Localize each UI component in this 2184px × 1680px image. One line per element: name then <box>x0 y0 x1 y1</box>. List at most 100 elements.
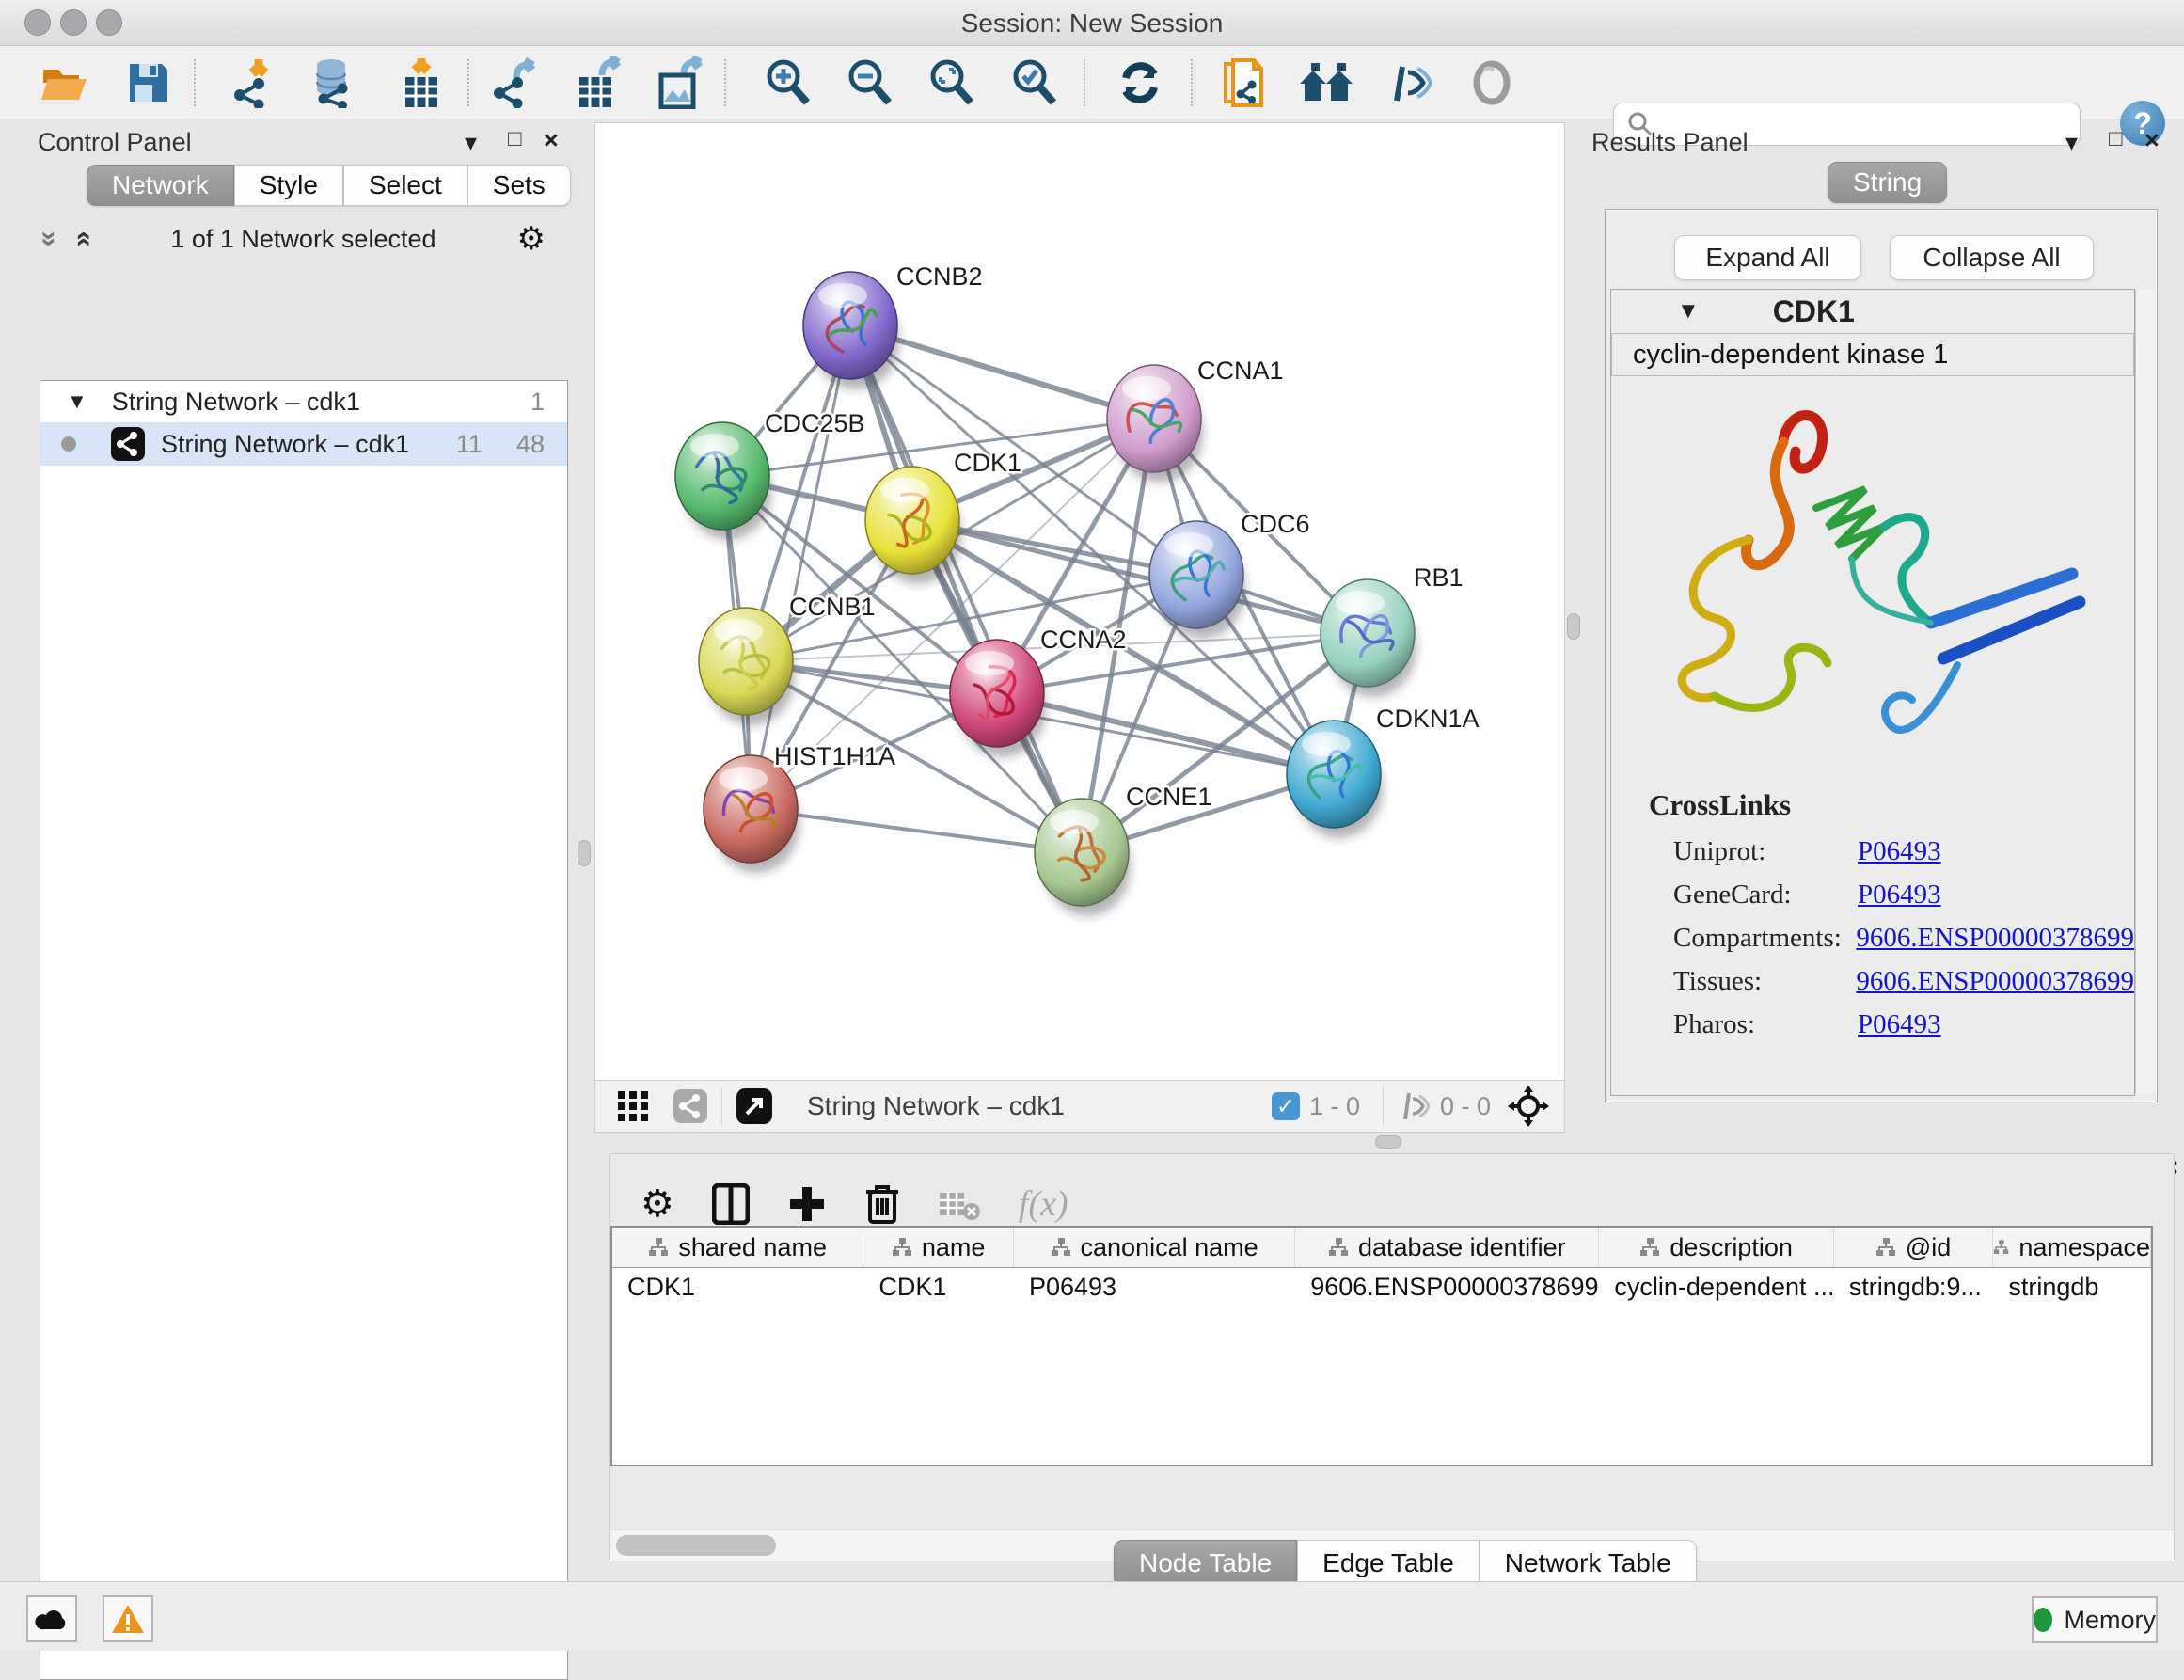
results-panel-close-icon[interactable]: × <box>2144 128 2160 153</box>
protein-card-header[interactable]: ▼ CDK1 <box>1611 290 2134 334</box>
export-table-button[interactable] <box>571 55 627 110</box>
refresh-button[interactable] <box>1112 55 1168 110</box>
control-panel-close-icon[interactable]: × <box>544 128 559 153</box>
table-cell[interactable]: CDK1 <box>612 1268 863 1306</box>
results-panel-float-icon[interactable]: □ <box>2109 126 2123 152</box>
memory-button[interactable]: Memory <box>2032 1596 2158 1643</box>
table-scrollbar-thumb[interactable] <box>616 1535 776 1556</box>
node-CCNB1[interactable] <box>699 608 795 725</box>
results-scrollbar[interactable] <box>2135 290 2155 1093</box>
network-selection-row: » » 1 of 1 Network selected ⚙ <box>28 218 566 260</box>
node-CCNE1[interactable] <box>1035 799 1131 916</box>
results-panel-collapse-icon[interactable]: ▾ <box>2065 128 2078 157</box>
control-panel-float-icon[interactable]: □ <box>508 126 522 152</box>
table-cell[interactable]: cyclin-dependent ... <box>1599 1268 1833 1306</box>
toolbar-separator <box>467 59 469 106</box>
tab-node-table[interactable]: Node Table <box>1114 1540 1297 1587</box>
tab-string[interactable]: String <box>1828 162 1947 203</box>
collapse-all-networks-icon[interactable]: » <box>33 231 65 247</box>
crosslinks-heading: CrossLinks <box>1649 788 2134 822</box>
birdseye-view-button[interactable] <box>1464 55 1520 110</box>
network-row-selected[interactable]: String Network – cdk1 11 48 <box>40 422 567 466</box>
column-type-icon <box>648 1237 669 1258</box>
export-network-button[interactable] <box>489 55 546 110</box>
zoom-fit-button[interactable] <box>924 55 980 110</box>
import-network-database-button[interactable] <box>306 55 362 110</box>
table-cell[interactable]: 9606.ENSP00000378699 <box>1295 1268 1599 1306</box>
delete-table-icon-disabled <box>938 1187 981 1221</box>
collapse-all-button[interactable]: Collapse All <box>1890 235 2094 280</box>
table-cell[interactable]: stringdb <box>1993 1268 2151 1306</box>
tree-expand-icon[interactable]: ▼ <box>67 389 87 414</box>
zoom-selected-button[interactable] <box>1006 55 1063 110</box>
crosshair-icon[interactable] <box>1508 1086 1549 1127</box>
import-table-button[interactable] <box>393 55 450 110</box>
edge-CCNA2-CDKN1A[interactable] <box>997 693 1334 774</box>
export-image-button[interactable] <box>653 55 709 110</box>
left-splitter-grip[interactable] <box>578 840 591 866</box>
node-CDKN1A[interactable] <box>1287 721 1383 838</box>
network-options-gear-icon[interactable]: ⚙ <box>517 220 546 258</box>
tab-sets[interactable]: Sets <box>467 165 571 206</box>
control-panel-tabs: Network Style Select Sets <box>87 165 571 206</box>
zoom-out-button[interactable] <box>842 55 898 110</box>
open-session-button[interactable] <box>36 55 92 110</box>
import-network-file-button[interactable] <box>228 55 284 110</box>
table-row[interactable]: CDK1CDK1P064939606.ENSP00000378699cyclin… <box>612 1268 2151 1306</box>
network-graph[interactable]: CCNB2CCNA1CDC25BCDK1CDC6RB1CCNB1CCNA2CDK… <box>595 123 1564 1081</box>
crosslink-link[interactable]: 9606.ENSP00000378699 <box>1856 923 2134 954</box>
node-CDK1[interactable] <box>865 467 961 584</box>
network-canvas[interactable]: CCNB2CCNA1CDC25BCDK1CDC6RB1CCNB1CCNA2CDK… <box>594 122 1565 1082</box>
tab-style[interactable]: Style <box>234 165 343 206</box>
delete-column-icon[interactable] <box>864 1182 900 1226</box>
tab-edge-table[interactable]: Edge Table <box>1297 1540 1480 1587</box>
network-from-clipboard-button[interactable] <box>1215 55 1272 110</box>
table-cell[interactable]: CDK1 <box>863 1268 1014 1306</box>
node-RB1[interactable] <box>1321 579 1416 697</box>
zoom-in-button[interactable] <box>760 55 816 110</box>
network-collection-row[interactable]: ▼ String Network – cdk1 1 <box>40 381 567 422</box>
column-header-@id[interactable]: @id <box>1834 1228 1994 1267</box>
tab-select[interactable]: Select <box>343 165 467 206</box>
warnings-button[interactable] <box>103 1595 153 1642</box>
tab-network-table[interactable]: Network Table <box>1480 1540 1697 1587</box>
expand-all-networks-icon[interactable]: » <box>66 231 98 247</box>
column-header-description[interactable]: description <box>1599 1228 1833 1267</box>
edge-HIST1H1A-CCNE1[interactable] <box>751 809 1082 852</box>
homes-icon <box>1298 59 1354 106</box>
edge-CCNB2-CCNE1[interactable] <box>850 325 1082 852</box>
crosslink-link[interactable]: P06493 <box>1858 880 1941 911</box>
column-header-shared-name[interactable]: shared name <box>612 1228 863 1267</box>
node-HIST1H1A[interactable] <box>704 755 799 873</box>
save-session-button[interactable] <box>120 55 177 110</box>
node-CCNA1[interactable] <box>1107 365 1203 483</box>
expand-all-button[interactable]: Expand All <box>1674 235 1861 280</box>
hide-graphics-details-button[interactable] <box>1381 55 1437 110</box>
node-CDC6[interactable] <box>1149 521 1245 639</box>
column-header-name[interactable]: name <box>863 1228 1014 1267</box>
table-cell[interactable]: stringdb:9... <box>1834 1268 1994 1306</box>
crosslink-link[interactable]: P06493 <box>1858 836 1941 867</box>
table-cell[interactable]: P06493 <box>1014 1268 1295 1306</box>
table-tabs: Node Table Edge Table Network Table <box>1114 1540 1697 1587</box>
node-CCNA2[interactable] <box>950 640 1046 757</box>
crosslink-link[interactable]: P06493 <box>1858 1009 1941 1040</box>
tab-network[interactable]: Network <box>87 165 234 206</box>
protein-collapse-icon[interactable]: ▼ <box>1677 298 1700 325</box>
node-CDC25B[interactable] <box>675 422 771 540</box>
detach-view-icon[interactable] <box>736 1087 773 1125</box>
node-CCNB2[interactable] <box>803 272 899 389</box>
add-column-icon[interactable] <box>787 1184 827 1224</box>
show-columns-icon[interactable] <box>712 1183 750 1225</box>
grid-view-icon[interactable] <box>616 1089 650 1123</box>
column-header-namespace[interactable]: namespace <box>1993 1228 2151 1267</box>
crosslink-link[interactable]: 9606.ENSP00000378699 <box>1856 966 2134 997</box>
share-view-icon[interactable] <box>673 1088 708 1124</box>
string-home-button[interactable] <box>1298 55 1354 110</box>
column-header-canonical-name[interactable]: canonical name <box>1014 1228 1295 1267</box>
column-header-database-identifier[interactable]: database identifier <box>1295 1228 1599 1267</box>
control-panel-collapse-icon[interactable]: ▾ <box>465 128 477 157</box>
table-settings-gear-icon[interactable]: ⚙ <box>641 1185 674 1223</box>
cloud-button[interactable] <box>26 1595 77 1642</box>
selected-checkbox-icon[interactable]: ✓ <box>1272 1092 1300 1120</box>
